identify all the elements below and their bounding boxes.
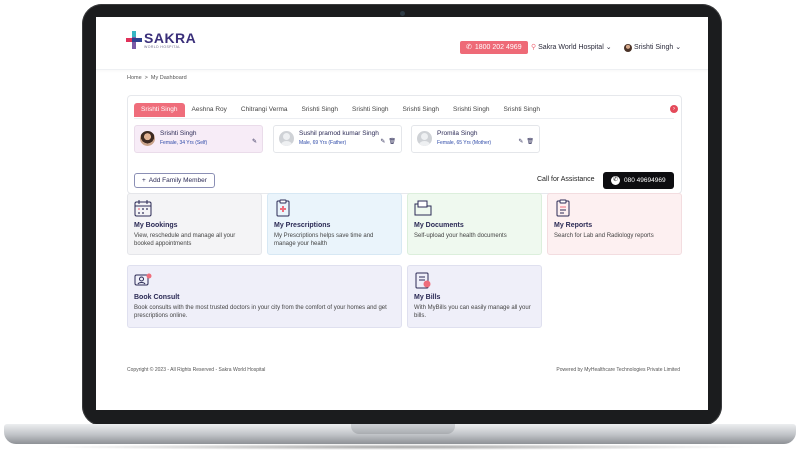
- powered-by-text: Powered by MyHealthcare Technologies Pri…: [556, 367, 680, 373]
- user-menu[interactable]: Srishti Singh ⌄: [624, 41, 681, 54]
- bill-icon: [415, 272, 431, 289]
- card-title: My Bookings: [134, 222, 178, 229]
- assistance-call-button[interactable]: ✆ 080 49694969: [603, 172, 674, 189]
- tab-member[interactable]: Srishti Singh: [396, 103, 447, 117]
- phone-icon: ✆: [611, 176, 620, 185]
- trash-icon[interactable]: 🗑: [526, 138, 534, 145]
- tab-member[interactable]: Srishti Singh: [446, 103, 497, 117]
- calendar-icon: [134, 200, 152, 217]
- sakra-logo[interactable]: SAKRA WORLD HOSPITAL: [126, 31, 196, 50]
- edit-icon[interactable]: ✎: [518, 138, 523, 145]
- card-description: Book consults with the most trusted doct…: [134, 305, 387, 319]
- laptop-notch: [351, 424, 455, 434]
- my-reports-card[interactable]: My Reports Search for Lab and Radiology …: [547, 193, 682, 255]
- tab-member[interactable]: Chitrangi Verma: [234, 103, 295, 117]
- member-name: Srishti Singh: [160, 130, 197, 137]
- breadcrumb-home[interactable]: Home: [127, 75, 142, 81]
- card-title: My Reports: [554, 222, 593, 229]
- location-pin-icon: ⚲: [531, 44, 537, 51]
- add-family-member-button[interactable]: + Add Family Member: [134, 173, 215, 188]
- avatar: [140, 131, 155, 146]
- avatar: [624, 43, 632, 52]
- plus-icon: +: [142, 177, 146, 184]
- chevron-right-icon[interactable]: ›: [670, 105, 678, 113]
- tab-member[interactable]: Aeshna Roy: [185, 103, 234, 117]
- logo-name: SAKRA: [144, 30, 197, 46]
- member-card[interactable]: Promila Singh Female, 65 Yrs (Mother) ✎ 🗑: [411, 125, 540, 153]
- helpline-number: 1800 202 4969: [474, 44, 522, 51]
- card-description: View, reschedule and manage all your boo…: [134, 233, 236, 247]
- member-name: Sushil pramod kumar Singh: [299, 130, 379, 137]
- member-card[interactable]: Sushil pramod kumar Singh Male, 69 Yrs (…: [273, 125, 402, 153]
- card-title: My Prescriptions: [274, 222, 331, 229]
- card-description: Search for Lab and Radiology reports: [554, 233, 654, 239]
- hospital-selector[interactable]: ⚲ Sakra World Hospital ⌄: [531, 41, 612, 54]
- tab-member[interactable]: Srishti Singh: [295, 103, 346, 117]
- cross-logo-icon: [126, 31, 142, 49]
- breadcrumb-current: My Dashboard: [150, 75, 187, 81]
- member-info: Male, 69 Yrs (Father): [299, 140, 347, 146]
- my-documents-card[interactable]: My Documents Self-upload your health doc…: [407, 193, 542, 255]
- laptop-frame: SAKRA WORLD HOSPITAL ✆ 1800 202 4969 ⚲ S…: [82, 4, 722, 426]
- phone-icon: ✆: [466, 44, 472, 51]
- trash-icon[interactable]: 🗑: [388, 138, 396, 145]
- my-prescriptions-card[interactable]: My Prescriptions My Prescriptions helps …: [267, 193, 402, 255]
- breadcrumb: Home > My Dashboard: [127, 75, 187, 81]
- report-icon: [556, 199, 570, 217]
- member-name: Promila Singh: [437, 130, 478, 137]
- edit-icon[interactable]: ✎: [252, 138, 257, 145]
- copyright-text: Copyright © 2023 - All Rights Reserved -…: [127, 367, 266, 373]
- edit-icon[interactable]: ✎: [380, 138, 385, 145]
- tab-member[interactable]: Srishti Singh: [345, 103, 396, 117]
- avatar: [417, 131, 432, 146]
- card-title: My Documents: [414, 222, 464, 229]
- prescription-icon: [276, 199, 290, 217]
- folder-icon: [414, 200, 432, 216]
- assistance-label: Call for Assistance: [537, 176, 595, 183]
- add-family-member-label: Add Family Member: [148, 177, 207, 184]
- my-bookings-card[interactable]: My Bookings View, reschedule and manage …: [127, 193, 262, 255]
- helpline-button[interactable]: ✆ 1800 202 4969: [460, 41, 528, 54]
- screen: SAKRA WORLD HOSPITAL ✆ 1800 202 4969 ⚲ S…: [96, 17, 708, 410]
- tab-member[interactable]: Srishti Singh: [497, 103, 548, 117]
- breadcrumb-separator: >: [144, 75, 148, 81]
- chevron-down-icon: ⌄: [675, 44, 682, 51]
- member-card[interactable]: Srishti Singh Female, 34 Yrs (Self) ✎: [134, 125, 263, 153]
- card-description: My Prescriptions helps save time and man…: [274, 233, 374, 247]
- card-title: My Bills: [414, 294, 441, 301]
- card-description: Self-upload your health documents: [414, 233, 507, 239]
- member-info: Female, 65 Yrs (Mother): [437, 140, 492, 146]
- laptop-base: [4, 424, 796, 444]
- tab-member[interactable]: Srishti Singh: [134, 103, 185, 117]
- avatar: [279, 131, 294, 146]
- family-members-panel: Srishti Singh Aeshna Roy Chitrangi Verma…: [127, 95, 682, 194]
- chevron-down-icon: ⌄: [605, 44, 612, 51]
- laptop-shadow: [40, 444, 760, 450]
- member-tabs: Srishti Singh Aeshna Roy Chitrangi Verma…: [134, 102, 678, 119]
- assistance-number: 080 49694969: [624, 177, 666, 184]
- member-info: Female, 34 Yrs (Self): [160, 140, 208, 146]
- camera-icon: [400, 11, 405, 16]
- hospital-name: Sakra World Hospital: [538, 44, 604, 51]
- user-name: Srishti Singh: [634, 44, 674, 51]
- book-consult-card[interactable]: Book Consult Book consults with the most…: [127, 265, 402, 328]
- consult-icon: [134, 273, 152, 286]
- card-description: With MyBills you can easily manage all y…: [414, 305, 531, 319]
- top-navbar: SAKRA WORLD HOSPITAL ✆ 1800 202 4969 ⚲ S…: [96, 17, 708, 70]
- my-bills-card[interactable]: My Bills With MyBills you can easily man…: [407, 265, 542, 328]
- card-title: Book Consult: [134, 294, 180, 301]
